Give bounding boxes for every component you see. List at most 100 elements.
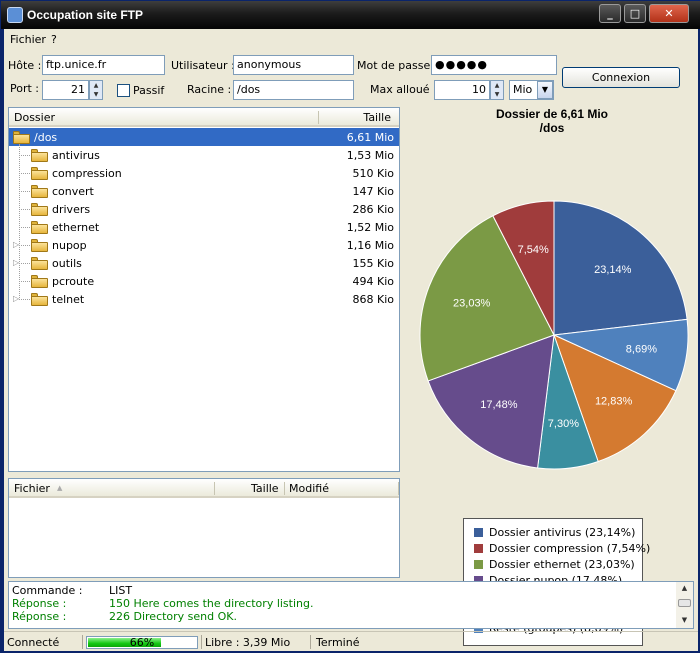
tree-item-size: 286 Kio (352, 203, 395, 216)
folder-icon (31, 167, 48, 180)
legend-label: Dossier ethernet (23,03%) (489, 558, 635, 571)
header-folder[interactable]: Dossier (14, 111, 55, 124)
pie-chart-area: Dossier de 6,61 Mio /dos 23,14% 8,69% 12,8… (406, 101, 698, 646)
tree-item-size: 147 Kio (352, 185, 395, 198)
scroll-up-icon[interactable]: ▲ (678, 584, 691, 594)
header-modified[interactable]: Modifié (289, 482, 329, 495)
log-scrollbar[interactable]: ▲ ▼ (676, 582, 693, 628)
usage-progress-bar: 66% (86, 636, 198, 649)
tree-item[interactable]: compression 510 Kio (9, 164, 399, 182)
task-status: Terminé (316, 636, 360, 649)
legend-swatch (474, 560, 483, 569)
user-label: Utilisateur : (171, 59, 235, 72)
tree-item-size: 868 Kio (352, 293, 395, 306)
menu-fichier[interactable]: Fichier (10, 33, 46, 46)
pie-slice-label: 12,83% (595, 395, 633, 407)
pie-slice-label: 23,14% (594, 264, 632, 276)
menu-bar: Fichier ? (4, 29, 698, 49)
spin-up-icon[interactable]: ▲ (491, 81, 503, 90)
tree-item-size: 1,52 Mio (346, 221, 394, 234)
menu-help[interactable]: ? (51, 33, 57, 46)
password-input[interactable]: ●●●●● (431, 55, 557, 75)
log-key: Réponse : (12, 597, 67, 610)
legend-swatch (474, 528, 483, 537)
tree-item-size: 6,61 Mio (346, 131, 394, 144)
header-size[interactable]: Taille (363, 111, 391, 124)
pie-slice-label: 7,54% (518, 244, 549, 256)
log-panel[interactable]: Commande : LIST Réponse : 150 Here comes th… (8, 581, 694, 629)
scroll-down-icon[interactable]: ▼ (678, 616, 691, 626)
pie-slice-label: 7,30% (548, 418, 579, 430)
tree-item[interactable]: convert 147 Kio (9, 182, 399, 200)
header-size[interactable]: Taille (251, 482, 279, 495)
tree-item-size: 1,16 Mio (346, 239, 394, 252)
tree-item[interactable]: antivirus 1,53 Mio (9, 146, 399, 164)
port-input[interactable]: 21 (42, 80, 89, 100)
free-space: Libre : 3,39 Mio (205, 636, 291, 649)
log-line: Réponse : 226 Directory send OK. (12, 610, 237, 623)
status-bar: Connecté 66% Libre : 3,39 Mio Terminé (4, 631, 698, 651)
host-input[interactable]: ftp.unice.fr (42, 55, 165, 75)
host-label: Hôte : (8, 59, 42, 72)
tree-item[interactable]: ▷ nupop 1,16 Mio (9, 236, 399, 254)
log-key: Réponse : (12, 610, 67, 623)
tree-item-size: 1,53 Mio (346, 149, 394, 162)
folder-icon (31, 203, 48, 216)
folder-icon (31, 221, 48, 234)
log-value: LIST (109, 584, 133, 597)
app-window: Occupation site FTP _ □ ✕ Fichier ? Hôte… (0, 0, 700, 653)
tree-item-size: 494 Kio (352, 275, 395, 288)
root-input[interactable]: /dos (233, 80, 354, 100)
legend-swatch (474, 544, 483, 553)
tree-item[interactable]: drivers 286 Kio (9, 200, 399, 218)
title-bar[interactable]: Occupation site FTP _ □ ✕ (1, 1, 700, 29)
connection-status: Connecté (7, 636, 60, 649)
root-label: Racine : (187, 83, 232, 96)
folder-icon (31, 185, 48, 198)
folder-icon (31, 149, 48, 162)
close-button[interactable]: ✕ (649, 4, 689, 23)
pie-slice-label: 23,03% (453, 298, 491, 310)
pie-slice-label: 8,69% (626, 344, 657, 356)
tree-item-size: 155 Kio (352, 257, 395, 270)
user-input[interactable]: anonymous (233, 55, 354, 75)
tree-item-size: 510 Kio (352, 167, 395, 180)
port-spinner[interactable]: ▲ ▼ (89, 80, 103, 100)
tree-item-name: antivirus (52, 149, 100, 162)
spin-down-icon[interactable]: ▼ (491, 90, 503, 99)
log-value: 150 Here comes the directory listing. (109, 597, 314, 610)
header-file[interactable]: Fichier (14, 482, 50, 495)
log-value: 226 Directory send OK. (109, 610, 238, 623)
folder-icon (31, 293, 48, 306)
tree-item[interactable]: ethernet 1,52 Mio (9, 218, 399, 236)
max-spinner[interactable]: ▲ ▼ (490, 80, 504, 100)
legend-item: Dossier antivirus (23,14%) (474, 526, 635, 539)
tree-item-name: convert (52, 185, 94, 198)
sort-up-icon: ▲ (57, 484, 63, 492)
passive-checkbox[interactable] (117, 84, 130, 97)
legend-label: Dossier compression (7,54%) (489, 542, 651, 555)
file-header: Fichier ▲ Taille Modifié (9, 479, 399, 498)
connect-button[interactable]: Connexion (562, 67, 680, 88)
tree-item[interactable]: ▷ telnet 868 Kio (9, 290, 399, 308)
tree-root-item[interactable]: /dos 6,61 Mio (9, 128, 399, 146)
scroll-thumb[interactable] (678, 599, 691, 607)
tree-item[interactable]: ▷ outils 155 Kio (9, 254, 399, 272)
passive-label: Passif (133, 84, 165, 97)
legend-label: Dossier antivirus (23,14%) (489, 526, 636, 539)
maximize-button[interactable]: □ (624, 4, 646, 23)
spin-up-icon[interactable]: ▲ (90, 81, 102, 90)
file-list[interactable]: Fichier ▲ Taille Modifié (8, 478, 400, 578)
spin-down-icon[interactable]: ▼ (90, 90, 102, 99)
chevron-down-icon[interactable]: ▼ (537, 81, 553, 99)
password-label: Mot de passe : (357, 59, 438, 72)
tree-item[interactable]: pcroute 494 Kio (9, 272, 399, 290)
tree-item-name: ethernet (52, 221, 100, 234)
client-area: Fichier ? Hôte : ftp.unice.fr Utilisateu… (4, 29, 698, 651)
tree-item-name: outils (52, 257, 82, 270)
max-input[interactable]: 10 (434, 80, 490, 100)
legend-item: Dossier compression (7,54%) (474, 542, 650, 555)
log-key: Commande : (12, 584, 83, 597)
minimize-button[interactable]: _ (599, 4, 621, 23)
folder-tree[interactable]: Dossier Taille /dos 6,61 Mio antivirus 1,53… (8, 107, 400, 472)
